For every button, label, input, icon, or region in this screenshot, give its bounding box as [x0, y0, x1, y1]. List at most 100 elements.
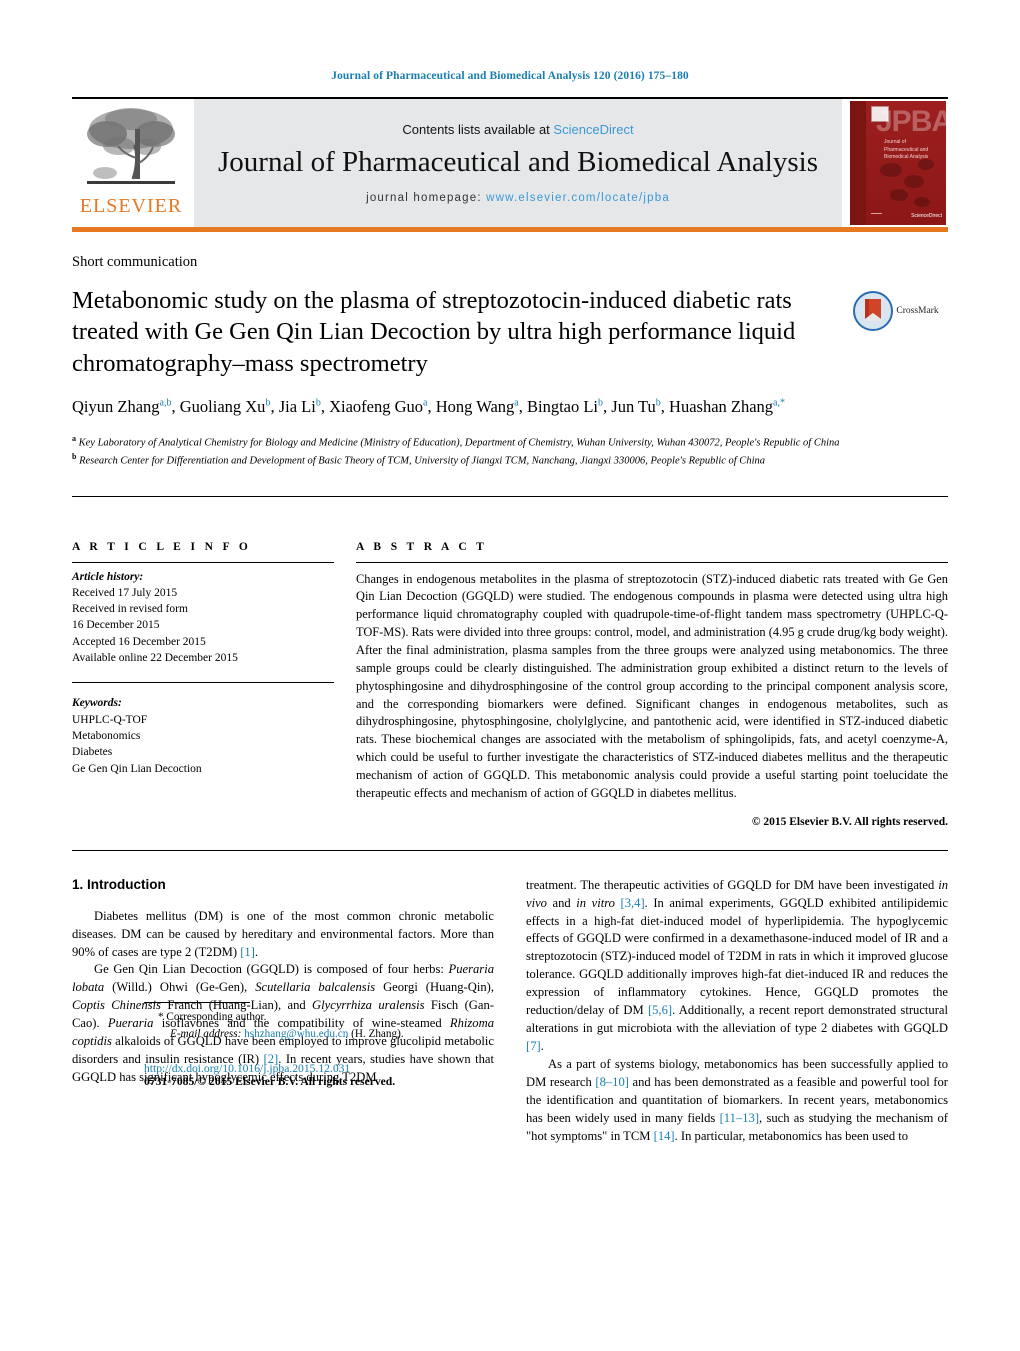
- masthead-center: Contents lists available at ScienceDirec…: [194, 99, 842, 227]
- crossmark-icon: [853, 291, 894, 331]
- author-sep-2: ,: [320, 397, 330, 417]
- crossmark-badge[interactable]: CrossMark: [853, 291, 939, 331]
- affiliations: a Key Laboratory of Analytical Chemistry…: [72, 433, 948, 470]
- author-item[interactable]: Hong Wanga: [436, 397, 519, 416]
- journal-homepage-line: journal homepage: www.elsevier.com/locat…: [366, 192, 670, 204]
- copyright-line: © 2015 Elsevier B.V. All rights reserved…: [751, 815, 948, 828]
- abstract-column: A B S T R A C T Changes in endogenous me…: [356, 527, 948, 828]
- author-sep-0: ,: [171, 397, 180, 417]
- keywords-block: Keywords: UHPLC-Q-TOF Metabonomics Diabe…: [72, 682, 334, 777]
- keywords-label: Keywords:: [72, 697, 122, 710]
- info-separator-rule: [72, 495, 948, 497]
- history-item: Received in revised form: [72, 603, 188, 616]
- author-affil-marks: a,*: [773, 397, 785, 409]
- author-item[interactable]: Bingtao Lib: [527, 397, 603, 416]
- article-page: Journal of Pharmaceutical and Biomedical…: [0, 0, 1020, 1351]
- author-item[interactable]: Huashan Zhanga,*: [669, 397, 785, 416]
- author-list: Qiyun Zhanga,b, Guoliang Xub, Jia Lib, X…: [72, 395, 844, 419]
- cover-blob-5: [914, 197, 930, 207]
- article-history-label: Article history:: [72, 570, 144, 583]
- history-item: 16 December 2015: [72, 619, 160, 632]
- email-line: E-mail address: hshzhang@whu.edu.cn (H. …: [144, 1026, 554, 1042]
- crossmark-column: CrossMark: [844, 285, 948, 331]
- cover-blob-1: [880, 163, 902, 177]
- footnote-block: * Corresponding author. E-mail address: …: [144, 990, 554, 1088]
- running-head: Journal of Pharmaceutical and Biomedical…: [331, 70, 689, 82]
- cover-sciencedirect-mark: ScienceDirect: [911, 213, 942, 219]
- keyword-item: Diabetes: [72, 746, 113, 759]
- cover-blob-4: [890, 189, 908, 201]
- body-column-left: 1. Introduction Diabetes mellitus (DM) i…: [72, 877, 494, 1146]
- abstract-heading: A B S T R A C T: [356, 540, 488, 553]
- cover-blob-2: [904, 175, 924, 188]
- corresponding-author-line: * Corresponding author.: [144, 1009, 554, 1025]
- sciencedirect-link[interactable]: ScienceDirect: [553, 122, 633, 137]
- author-name: Jia Li: [278, 397, 316, 417]
- author-affil-marks: a,b: [159, 397, 172, 409]
- corresponding-marker: *: [158, 1011, 164, 1024]
- abstract-text: Changes in endogenous metabolites in the…: [356, 571, 949, 800]
- article-info-column: A R T I C L E I N F O Article history: R…: [72, 527, 356, 828]
- body-columns: 1. Introduction Diabetes mellitus (DM) i…: [72, 877, 948, 1146]
- author-name: Hong Wang: [435, 397, 515, 417]
- crossmark-label: CrossMark: [896, 306, 939, 316]
- cover-blob-3: [918, 159, 934, 170]
- info-abstract-region: A R T I C L E I N F O Article history: R…: [72, 527, 948, 828]
- cover-bottom-text: ━━━━: [871, 210, 882, 216]
- author-item[interactable]: Guoliang Xub: [180, 397, 271, 416]
- author-sep-6: ,: [660, 397, 670, 417]
- corresponding-author-footnote: * Corresponding author. E-mail address: …: [144, 1002, 554, 1041]
- article-info-heading: A R T I C L E I N F O: [72, 540, 252, 553]
- journal-title: Journal of Pharmaceutical and Biomedical…: [218, 145, 818, 178]
- cover-image: JPBA Journal of Pharmaceutical and Biome…: [850, 101, 946, 225]
- section-heading-introduction: 1. Introduction: [72, 876, 166, 892]
- author-name: Huashan Zhang: [669, 397, 774, 417]
- intro-paragraph: treatment. The therapeutic activities of…: [526, 877, 948, 1054]
- title-column: Metabonomic study on the plasma of strep…: [72, 285, 844, 419]
- corresponding-label: Corresponding author.: [166, 1011, 267, 1024]
- author-name: Xiaofeng Guo: [329, 397, 423, 417]
- cover-spine: [850, 101, 866, 225]
- title-row: Metabonomic study on the plasma of strep…: [72, 285, 948, 419]
- contents-prefix: Contents lists available at: [402, 121, 554, 137]
- intro-paragraph: Diabetes mellitus (DM) is one of the mos…: [72, 908, 494, 959]
- contents-available-line: Contents lists available at ScienceDirec…: [402, 122, 633, 137]
- author-sep-3: ,: [427, 397, 436, 417]
- footnote-rule: [144, 1002, 250, 1004]
- affiliation-text: Research Center for Differentiation and …: [79, 455, 765, 467]
- journal-homepage-url[interactable]: www.elsevier.com/locate/jpba: [486, 192, 670, 204]
- history-item: Available online 22 December 2015: [72, 652, 238, 665]
- email-label: E-mail address:: [170, 1027, 242, 1040]
- author-item[interactable]: Jia Lib: [279, 397, 321, 416]
- history-item: Received 17 July 2015: [72, 586, 178, 599]
- body-separator-rule: [72, 849, 948, 851]
- author-name: Qiyun Zhang: [72, 397, 160, 417]
- cover-acronym: JPBA: [876, 105, 946, 138]
- journal-cover-thumbnail: JPBA Journal of Pharmaceutical and Biome…: [848, 99, 948, 227]
- author-item[interactable]: Jun Tub: [611, 397, 661, 416]
- author-name: Bingtao Li: [526, 397, 599, 417]
- author-sep-1: ,: [270, 397, 279, 417]
- journal-masthead: ELSEVIER Contents lists available at Sci…: [72, 97, 948, 227]
- author-item[interactable]: Xiaofeng Guoa: [329, 397, 427, 416]
- keyword-item: UHPLC-Q-TOF: [72, 713, 148, 726]
- doi-link[interactable]: http://dx.doi.org/10.1016/j.jpba.2015.12…: [144, 1062, 554, 1075]
- email-suffix: (H. Zhang).: [351, 1027, 404, 1040]
- author-name: Jun Tu: [611, 397, 656, 417]
- author-sep-4: ,: [518, 397, 527, 417]
- cover-subtitle: Journal of Pharmaceutical and Biomedical…: [884, 139, 929, 160]
- homepage-prefix: journal homepage:: [366, 192, 487, 205]
- affiliation-text: Key Laboratory of Analytical Chemistry f…: [78, 437, 840, 449]
- elsevier-tree-icon: [87, 108, 175, 184]
- article-history-block: Article history: Received 17 July 2015 R…: [72, 563, 334, 667]
- email-link[interactable]: hshzhang@whu.edu.cn: [244, 1028, 348, 1040]
- issn-copyright-line: 0731-7085/© 2015 Elsevier B.V. All right…: [144, 1074, 396, 1088]
- history-item: Accepted 16 December 2015: [72, 635, 206, 648]
- intro-paragraph: As a part of systems biology, metabonomi…: [526, 1057, 949, 1143]
- masthead-accent-rule: [72, 227, 948, 232]
- keyword-item: Ge Gen Qin Lian Decoction: [72, 762, 202, 775]
- affiliation-mark: b: [72, 452, 77, 462]
- elsevier-logo: ELSEVIER: [72, 99, 190, 227]
- author-item[interactable]: Qiyun Zhanga,b: [72, 397, 171, 416]
- keyword-item: Metabonomics: [72, 730, 141, 743]
